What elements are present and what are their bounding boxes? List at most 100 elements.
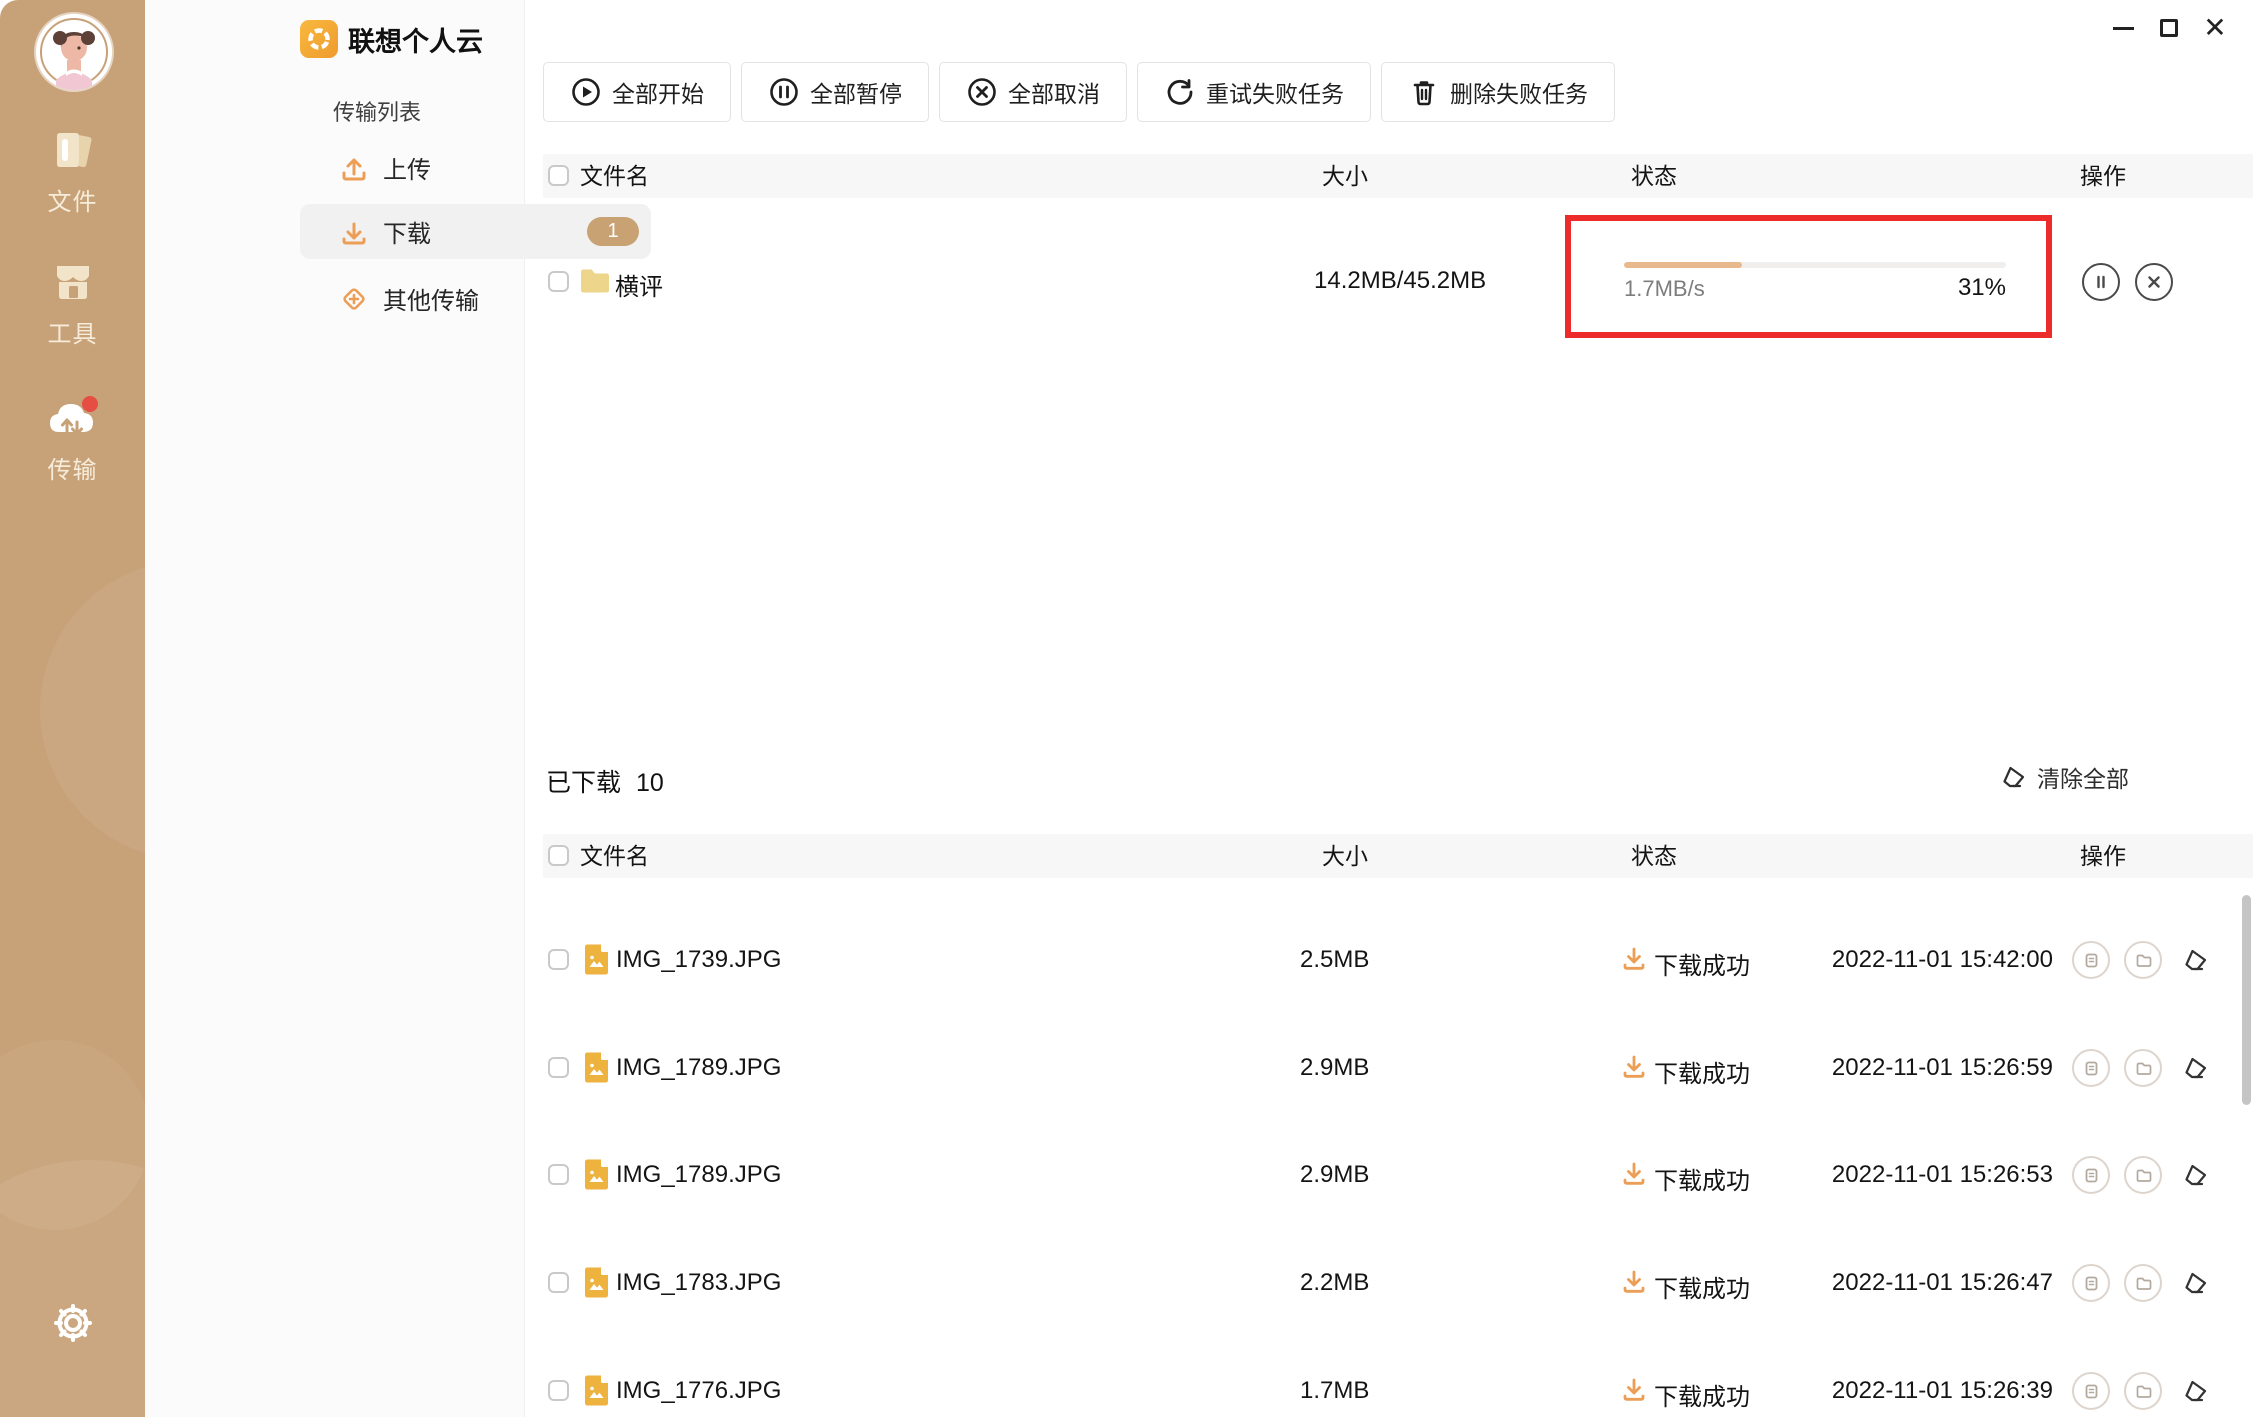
remove-record-button[interactable]	[2181, 945, 2211, 975]
remove-record-button[interactable]	[2181, 1053, 2211, 1083]
retry-icon	[1164, 76, 1196, 108]
view-details-button[interactable]	[2072, 1372, 2110, 1410]
download-success-icon	[1620, 1267, 1648, 1295]
close-button[interactable]: ✕	[2192, 5, 2238, 51]
sidebar-item-files[interactable]: 文件	[0, 126, 145, 217]
avatar-girl-illustration	[36, 14, 112, 90]
document-icon	[2083, 1060, 2100, 1077]
active-download-row[interactable]: 横评 14.2MB/45.2MB 1.7MB/s 31%	[543, 240, 2253, 325]
open-folder-button[interactable]	[2124, 941, 2162, 979]
document-icon	[2083, 1167, 2100, 1184]
delete-failed-button[interactable]: 删除失败任务	[1381, 62, 1615, 122]
download-icon	[339, 217, 369, 247]
gear-icon	[50, 1300, 96, 1346]
pause-icon	[2093, 274, 2109, 290]
timestamp: 2022-11-01 15:26:39	[1813, 1377, 2053, 1405]
row-checkbox[interactable]	[548, 949, 569, 970]
file-name: IMG_1776.JPG	[616, 1377, 781, 1405]
sidebar-decor-circle	[40, 560, 145, 860]
settings-button[interactable]	[50, 1300, 96, 1351]
nav-item-label: 其他传输	[383, 281, 479, 316]
status-text: 下载成功	[1654, 1269, 1750, 1304]
download-success-icon	[1620, 1159, 1648, 1187]
document-icon	[2083, 952, 2100, 969]
nav-item-download[interactable]: 下载 1	[300, 204, 651, 259]
tools-icon	[49, 258, 97, 306]
folder-outline-icon	[2135, 952, 2152, 969]
user-avatar[interactable]	[36, 14, 112, 90]
view-details-button[interactable]	[2072, 941, 2110, 979]
pause-all-button[interactable]: 全部暂停	[741, 62, 929, 122]
file-name: IMG_1789.JPG	[616, 1054, 781, 1082]
column-header-ops: 操作	[2080, 834, 2126, 878]
open-folder-button[interactable]	[2124, 1372, 2162, 1410]
file-size: 14.2MB/45.2MB	[1314, 267, 1486, 295]
downloaded-section-title: 已下载 10	[546, 763, 664, 799]
transfer-nav-panel: 联想个人云 传输列表 上传 下载 1 其他传输	[145, 0, 525, 1417]
eraser-icon	[2182, 1161, 2210, 1189]
cancel-circle-icon	[966, 76, 998, 108]
file-size: 2.9MB	[1300, 1161, 1369, 1189]
cancel-all-button[interactable]: 全部取消	[939, 62, 1127, 122]
open-folder-button[interactable]	[2124, 1049, 2162, 1087]
view-details-button[interactable]	[2072, 1049, 2110, 1087]
column-header-status: 状态	[1631, 154, 1677, 198]
document-icon	[2083, 1275, 2100, 1292]
column-header-size: 大小	[1322, 154, 1368, 198]
row-checkbox[interactable]	[548, 1164, 569, 1185]
file-size: 2.5MB	[1300, 946, 1369, 974]
view-details-button[interactable]	[2072, 1264, 2110, 1302]
remove-record-button[interactable]	[2181, 1160, 2211, 1190]
minimize-button[interactable]	[2100, 5, 2146, 51]
image-file-icon	[583, 1374, 610, 1407]
sidebar-item-tools[interactable]: 工具	[0, 258, 145, 349]
vertical-scrollbar-thumb[interactable]	[2242, 895, 2251, 1105]
cancel-task-button[interactable]	[2135, 263, 2173, 301]
remove-record-button[interactable]	[2181, 1268, 2211, 1298]
eraser-icon	[2182, 1054, 2210, 1082]
status-text: 下载成功	[1654, 946, 1750, 981]
timestamp: 2022-11-01 15:26:59	[1813, 1054, 2053, 1082]
row-checkbox[interactable]	[548, 1057, 569, 1078]
retry-failed-button[interactable]: 重试失败任务	[1137, 62, 1371, 122]
open-folder-button[interactable]	[2124, 1264, 2162, 1302]
folder-outline-icon	[2135, 1167, 2152, 1184]
completed-file-row[interactable]: IMG_1789.JPG 2.9MB 下载成功 2022-11-01 15:26…	[543, 1033, 2253, 1103]
clear-all-button[interactable]: 清除全部	[2000, 760, 2129, 794]
completed-file-row[interactable]: IMG_1739.JPG 2.5MB 下载成功 2022-11-01 15:42…	[543, 925, 2253, 995]
completed-file-row[interactable]: IMG_1783.JPG 2.2MB 下载成功 2022-11-01 15:26…	[543, 1248, 2253, 1318]
sidebar-item-transfer[interactable]: 传输	[0, 394, 145, 485]
open-folder-button[interactable]	[2124, 1156, 2162, 1194]
row-checkbox[interactable]	[548, 1380, 569, 1401]
completed-file-row[interactable]: IMG_1776.JPG 1.7MB 下载成功 2022-11-01 15:26…	[543, 1356, 2253, 1426]
button-label: 全部开始	[612, 75, 704, 109]
eraser-icon	[2182, 1269, 2210, 1297]
file-name: IMG_1783.JPG	[616, 1269, 781, 1297]
transfer-toolbar: 全部开始 全部暂停 全部取消 重试失败任务	[543, 62, 1615, 122]
view-details-button[interactable]	[2072, 1156, 2110, 1194]
column-header-status: 状态	[1631, 834, 1677, 878]
folder-outline-icon	[2135, 1383, 2152, 1400]
file-name: IMG_1739.JPG	[616, 946, 781, 974]
image-file-icon	[583, 1158, 610, 1191]
timestamp: 2022-11-01 15:42:00	[1813, 946, 2053, 974]
timestamp: 2022-11-01 15:26:53	[1813, 1161, 2053, 1189]
eraser-icon	[2000, 763, 2028, 791]
row-checkbox[interactable]	[548, 1272, 569, 1293]
select-all-checkbox[interactable]	[548, 845, 569, 866]
document-icon	[2083, 1383, 2100, 1400]
maximize-button[interactable]	[2146, 5, 2192, 51]
nav-item-upload[interactable]: 上传	[300, 140, 651, 195]
completed-file-row[interactable]: IMG_1789.JPG 2.9MB 下载成功 2022-11-01 15:26…	[543, 1140, 2253, 1210]
downloaded-count: 10	[636, 769, 664, 797]
progress-bar-fill	[1624, 262, 1742, 268]
image-file-icon	[583, 1266, 610, 1299]
download-speed: 1.7MB/s	[1624, 276, 1705, 302]
start-all-button[interactable]: 全部开始	[543, 62, 731, 122]
trash-icon	[1408, 76, 1440, 108]
pause-task-button[interactable]	[2082, 263, 2120, 301]
file-name: IMG_1789.JPG	[616, 1161, 781, 1189]
nav-item-other-transfers[interactable]: 其他传输	[300, 271, 651, 326]
button-label: 重试失败任务	[1206, 75, 1344, 109]
remove-record-button[interactable]	[2181, 1376, 2211, 1406]
